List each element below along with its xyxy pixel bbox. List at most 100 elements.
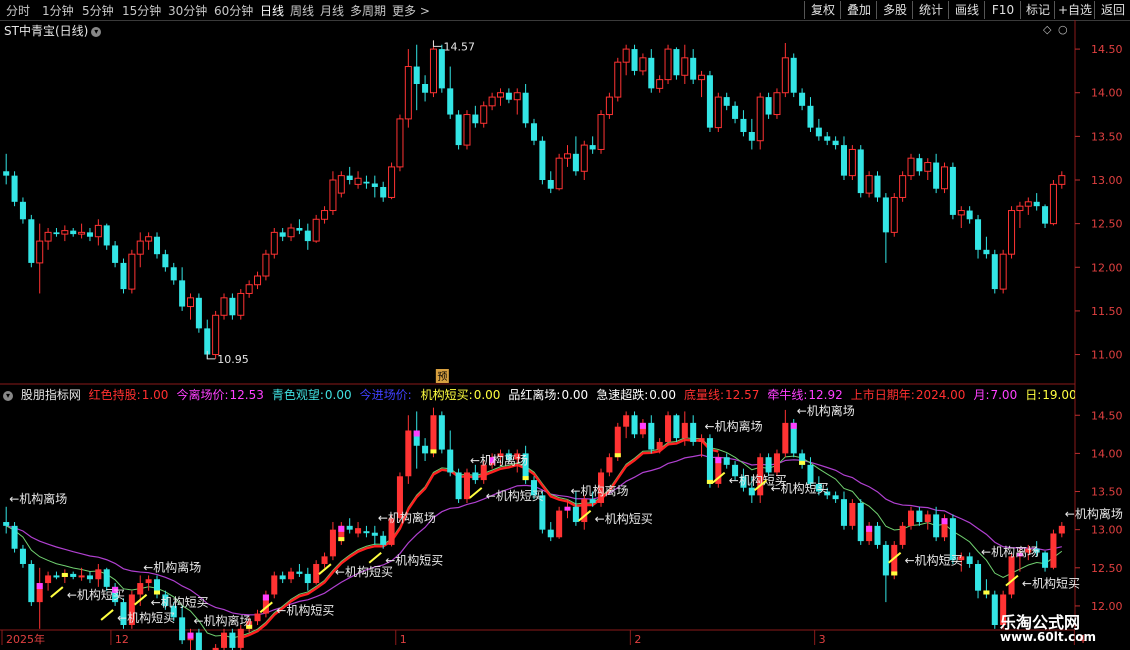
indicator-legend: ▾ 股朋指标网 红色持股:1.00 今离场价:12.53 青色观望:0.00 今进场价… [0, 386, 1075, 402]
candle-body-up [513, 92, 521, 101]
indicator-field-value: 19.00 [1042, 388, 1075, 402]
ind-candle-body [681, 422, 688, 439]
y-tick-label-ind: 12.00 [1091, 600, 1123, 613]
ind-candle-body [455, 472, 462, 500]
indicator-field-value: 0.00 [649, 388, 676, 402]
candle-body-down [70, 230, 77, 235]
candle-body-down [28, 219, 35, 263]
indicator-field-11: 日:19.00 [1025, 388, 1075, 402]
candle-body-down [799, 92, 806, 106]
candle-body-down [1033, 201, 1040, 207]
candle-body-down [120, 262, 127, 290]
ind-candle-body [19, 548, 26, 564]
candle-body-up [312, 218, 320, 242]
signal-leave-label: ←机构离场 [981, 544, 1039, 559]
ind-candle-body [748, 487, 755, 496]
ind-candle-body [840, 499, 848, 526]
candle-body-down [438, 49, 445, 89]
indicator-field-7: 底量线:12.57 [684, 388, 763, 402]
indicator-field-5: 品红离场:0.00 [508, 388, 592, 402]
candle-body-down [505, 92, 512, 100]
indicator-field-3: 今进场价: [360, 388, 417, 402]
ind-candle-body [698, 438, 705, 442]
candle-body-up [773, 92, 781, 116]
candle-body-down [991, 254, 998, 290]
indicator-field-value: 7.00 [990, 388, 1018, 402]
candle-body-up [656, 79, 664, 89]
ind-candle-body [1050, 533, 1057, 568]
signal-buy-label: ←机构短买 [117, 610, 175, 625]
signal-buy-arrow [50, 586, 64, 598]
signal-buy-label: ←机构短买 [276, 602, 334, 617]
ind-candle-body [991, 594, 998, 625]
candle-body-up [321, 210, 329, 220]
ind-candle-body [288, 571, 295, 580]
ind-candle-body [690, 422, 697, 442]
ind-candle-foot [983, 590, 990, 595]
candle-body-down [11, 175, 18, 202]
signal-leave-label: ←机构离场 [470, 453, 528, 468]
candle-body-up [1016, 205, 1024, 212]
indicator-field-label: 牵牛线: [767, 388, 808, 402]
candle-body-up [999, 253, 1007, 290]
candle-body-down [648, 57, 655, 89]
signal-buy-label: ←机构短买 [905, 553, 963, 568]
candle-body-up [597, 114, 605, 150]
ind-candle-body [329, 529, 336, 557]
y-tick-label-ind: 14.00 [1091, 447, 1123, 460]
candle-body-up [1024, 201, 1032, 207]
indicator-field-1: 今离场价:12.53 [176, 388, 267, 402]
ind-candle-body [78, 575, 85, 578]
ind-candle-body [706, 438, 713, 484]
signal-buy-arrow [368, 551, 382, 564]
candle-body-up [865, 175, 873, 194]
x-tick-label: 1 [400, 633, 407, 646]
ind-candle-cap [866, 525, 873, 532]
candle-body-up [899, 175, 907, 198]
indicator-field-0: 红色持股:1.00 [89, 388, 173, 402]
candle-body-down [413, 66, 420, 84]
candle-body-down [162, 254, 169, 268]
candle-body-up [212, 314, 220, 356]
signal-leave-label: ←机构离场 [9, 491, 67, 506]
ind-candle-body [103, 569, 110, 587]
signal-leave-label: ←机构离场 [571, 483, 629, 498]
chart-area: 14.5014.0013.5013.0012.5012.0011.5011.00… [0, 20, 1123, 650]
high-marker-line [432, 40, 442, 47]
chevron-down-icon[interactable]: ▾ [3, 390, 13, 401]
candle-body-up [36, 240, 44, 264]
candle-body-up [329, 179, 337, 212]
ind-candle-cap [941, 518, 948, 525]
ind-candle-body [220, 632, 228, 648]
signal-buy-arrow [100, 609, 114, 621]
candle-body-down [103, 225, 110, 246]
ind-candle-foot [614, 453, 621, 458]
ind-candle-foot [61, 572, 68, 577]
candle-body-down [631, 49, 638, 71]
candle-body-down [790, 57, 797, 93]
candle-body-up [128, 253, 136, 290]
signal-buy-label: ←机构短买 [385, 553, 443, 568]
y-tick-label-main: 12.50 [1091, 218, 1123, 231]
ind-candle-body [304, 573, 311, 584]
candle-body-up [957, 210, 965, 216]
candle-body-up [714, 96, 722, 129]
candle-body-up [480, 105, 488, 124]
ind-candle-body [137, 583, 144, 595]
indicator-field-label: 青色观望: [271, 388, 324, 402]
y-tick-label-main: 14.50 [1091, 43, 1123, 56]
candle-body-down [547, 180, 554, 189]
candle-body-down [539, 140, 546, 180]
ind-candle-body [1042, 552, 1049, 568]
indicator-field-label: 月: [973, 388, 990, 402]
low-price-label: 10.95 [217, 353, 249, 366]
ind-candle-body [45, 575, 52, 584]
candle-body-down [975, 219, 982, 250]
candle-body-down [916, 158, 923, 172]
candle-body-up [1058, 175, 1066, 185]
indicator-field-label: 日: [1025, 388, 1042, 402]
candle-body-up [664, 48, 672, 81]
ind-candle-body [665, 415, 672, 442]
ind-candle-body [405, 430, 412, 477]
candle-body-down [447, 88, 454, 115]
